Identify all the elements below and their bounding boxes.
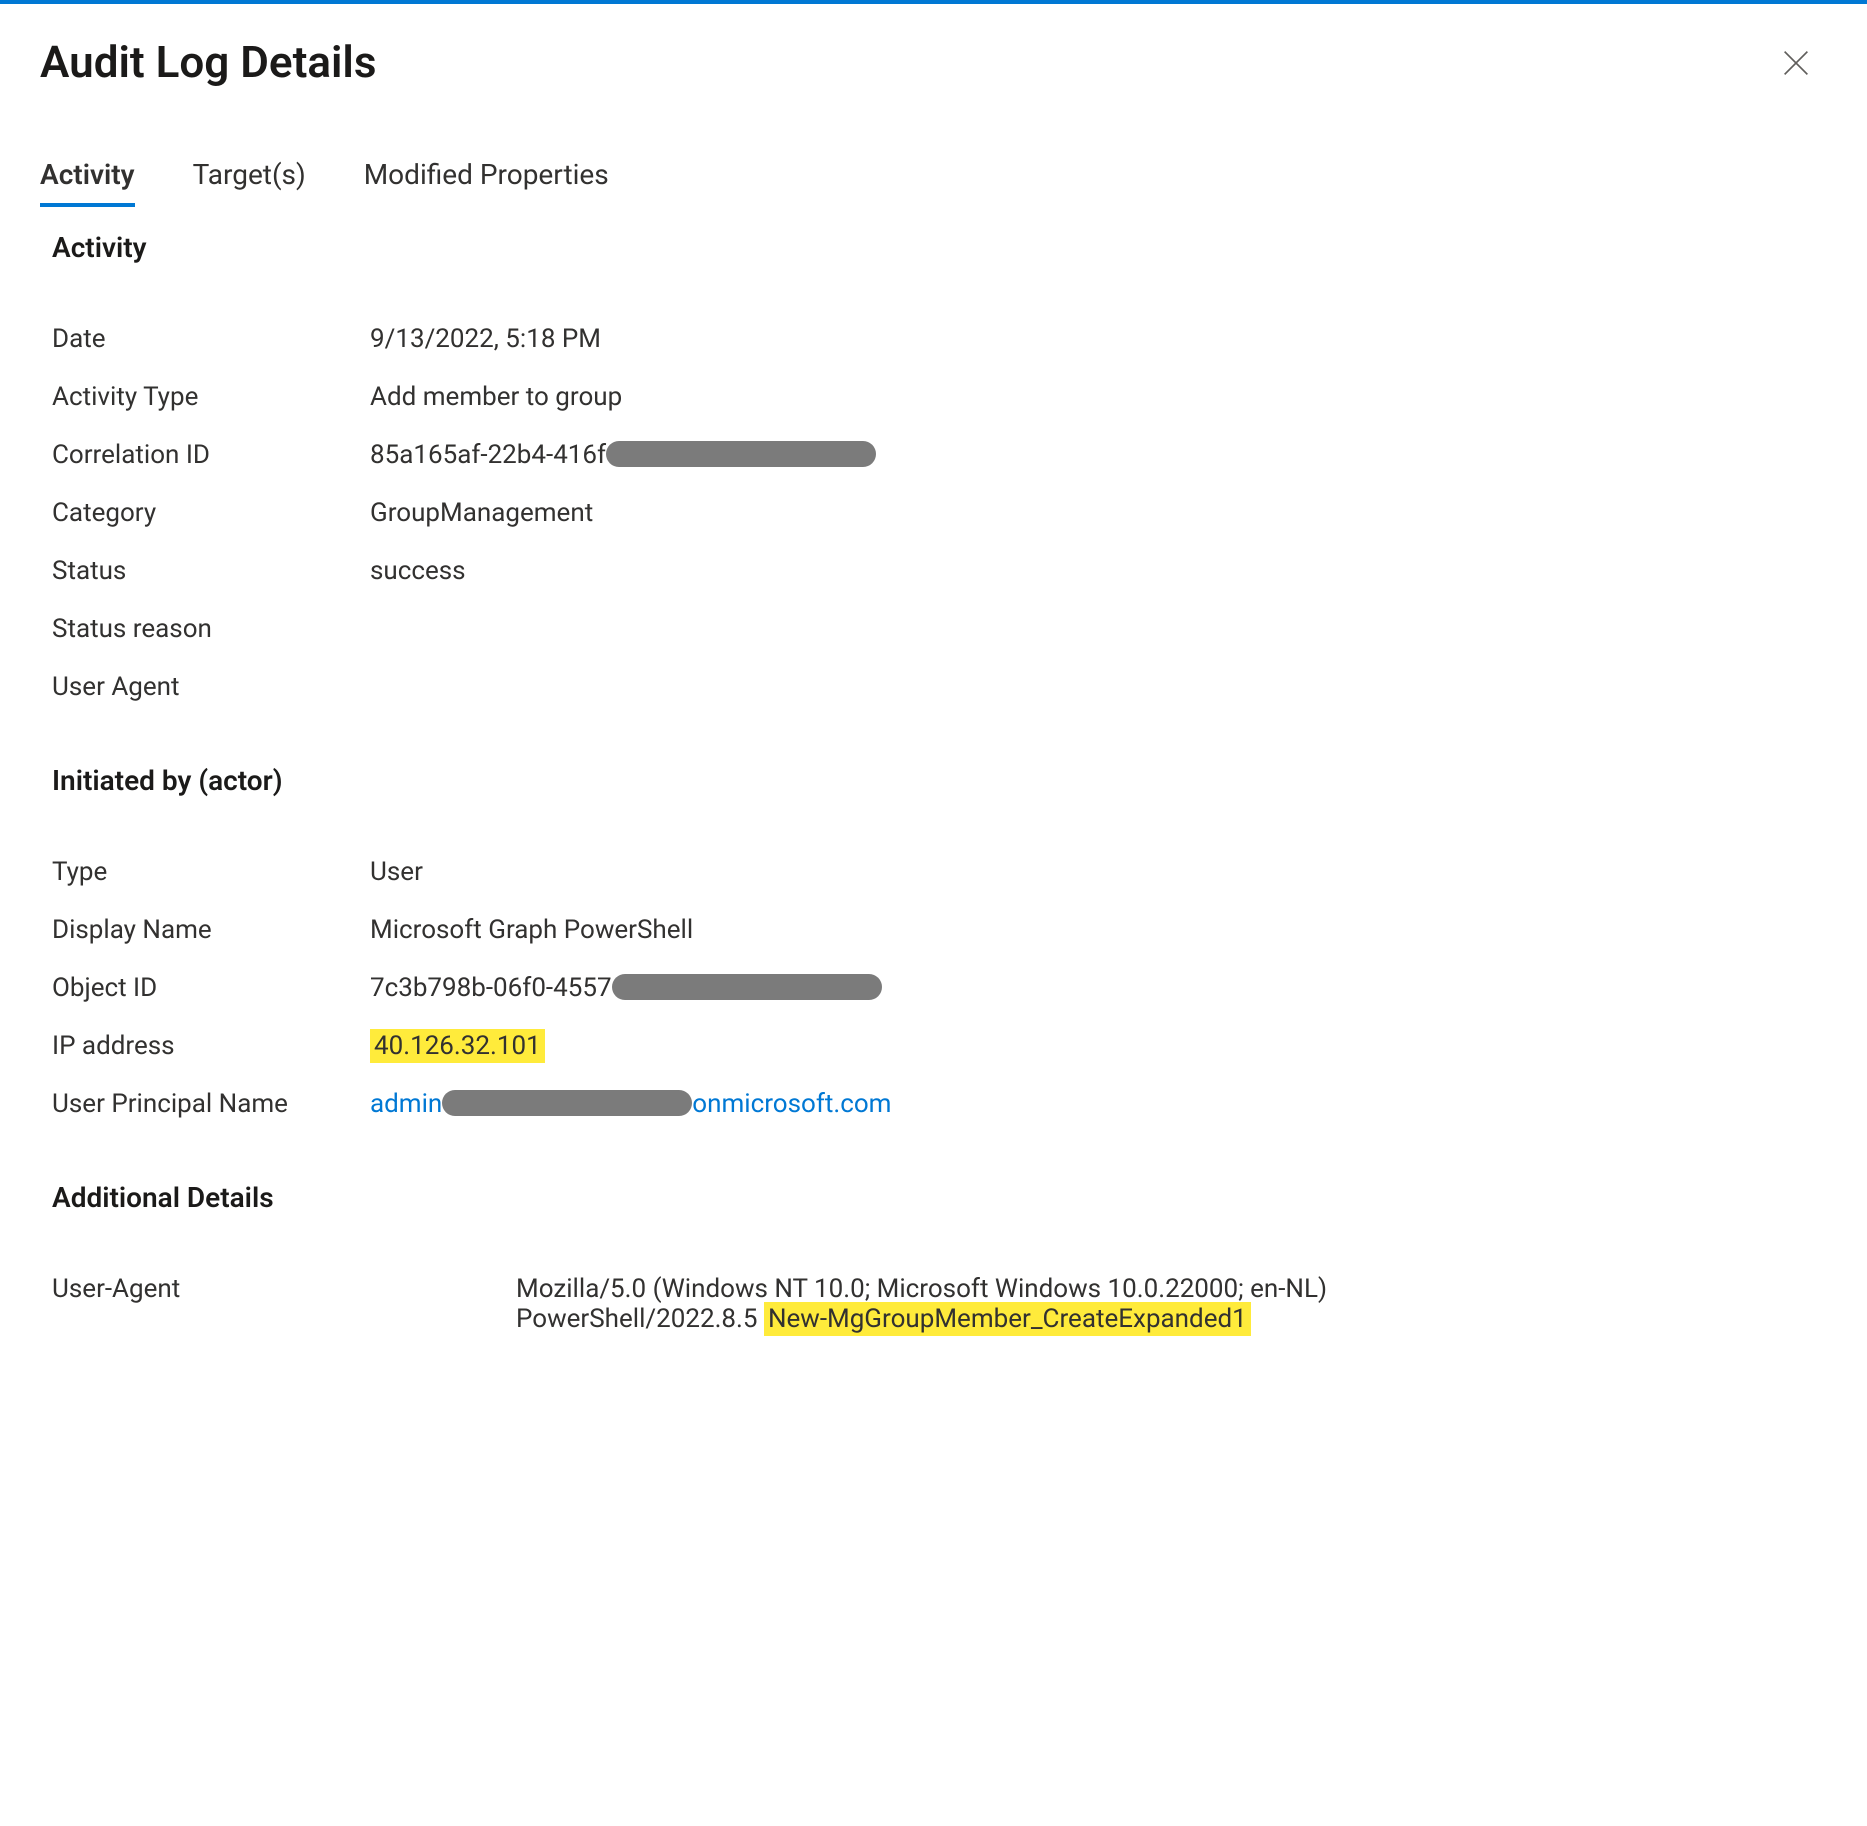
row-status-reason: Status reason <box>40 600 1827 658</box>
tab-modified-properties[interactable]: Modified Properties <box>364 158 609 207</box>
label-user-agent-top: User Agent <box>52 672 370 702</box>
tab-bar: Activity Target(s) Modified Properties <box>40 158 1827 207</box>
row-additional-user-agent: User-Agent Mozilla/5.0 (Windows NT 10.0;… <box>40 1260 1827 1348</box>
label-ip-address: IP address <box>52 1031 370 1061</box>
label-date: Date <box>52 324 370 354</box>
row-upn: User Principal Name admin onmicrosoft.com <box>40 1075 1827 1133</box>
value-date: 9/13/2022, 5:18 PM <box>370 324 1827 354</box>
row-ip-address: IP address 40.126.32.101 <box>40 1017 1827 1075</box>
close-icon <box>1783 50 1809 76</box>
row-correlation-id: Correlation ID 85a165af-22b4-416f <box>40 426 1827 484</box>
value-additional-user-agent: Mozilla/5.0 (Windows NT 10.0; Microsoft … <box>516 1274 1376 1334</box>
row-actor-type: Type User <box>40 843 1827 901</box>
value-upn[interactable]: admin onmicrosoft.com <box>370 1089 1827 1119</box>
row-object-id: Object ID 7c3b798b-06f0-4557 <box>40 959 1827 1017</box>
value-activity-type: Add member to group <box>370 382 1827 412</box>
label-status-reason: Status reason <box>52 614 370 644</box>
row-category: Category GroupManagement <box>40 484 1827 542</box>
value-category: GroupManagement <box>370 498 1827 528</box>
value-actor-type: User <box>370 857 1827 887</box>
value-ip-address: 40.126.32.101 <box>370 1031 1827 1061</box>
row-user-agent-top: User Agent <box>40 658 1827 716</box>
row-date: Date 9/13/2022, 5:18 PM <box>40 310 1827 368</box>
label-category: Category <box>52 498 370 528</box>
section-heading-additional: Additional Details <box>40 1181 1827 1214</box>
object-id-prefix: 7c3b798b-06f0-4557 <box>370 973 612 1003</box>
tab-activity[interactable]: Activity <box>40 158 135 207</box>
label-upn: User Principal Name <box>52 1089 370 1119</box>
label-actor-type: Type <box>52 857 370 887</box>
row-activity-type: Activity Type Add member to group <box>40 368 1827 426</box>
tab-targets[interactable]: Target(s) <box>193 158 306 207</box>
ip-highlight: 40.126.32.101 <box>370 1029 545 1063</box>
value-display-name: Microsoft Graph PowerShell <box>370 915 1827 945</box>
upn-prefix: admin <box>370 1089 442 1119</box>
row-status: Status success <box>40 542 1827 600</box>
value-status: success <box>370 556 1827 586</box>
label-additional-user-agent: User-Agent <box>52 1274 516 1304</box>
upn-suffix: onmicrosoft.com <box>692 1089 891 1119</box>
label-status: Status <box>52 556 370 586</box>
value-object-id: 7c3b798b-06f0-4557 <box>370 973 1827 1003</box>
redacted-block <box>612 974 882 1000</box>
section-heading-activity: Activity <box>40 231 1827 264</box>
redacted-block <box>606 441 876 467</box>
value-correlation-id: 85a165af-22b4-416f <box>370 440 1827 470</box>
correlation-id-prefix: 85a165af-22b4-416f <box>370 440 606 470</box>
redacted-block <box>442 1090 692 1116</box>
user-agent-highlight: New-MgGroupMember_CreateExpanded1 <box>764 1302 1251 1336</box>
label-correlation-id: Correlation ID <box>52 440 370 470</box>
close-button[interactable] <box>1775 42 1817 84</box>
page-title: Audit Log Details <box>40 36 377 88</box>
section-heading-initiated-by: Initiated by (actor) <box>40 764 1827 797</box>
label-display-name: Display Name <box>52 915 370 945</box>
row-display-name: Display Name Microsoft Graph PowerShell <box>40 901 1827 959</box>
label-activity-type: Activity Type <box>52 382 370 412</box>
label-object-id: Object ID <box>52 973 370 1003</box>
